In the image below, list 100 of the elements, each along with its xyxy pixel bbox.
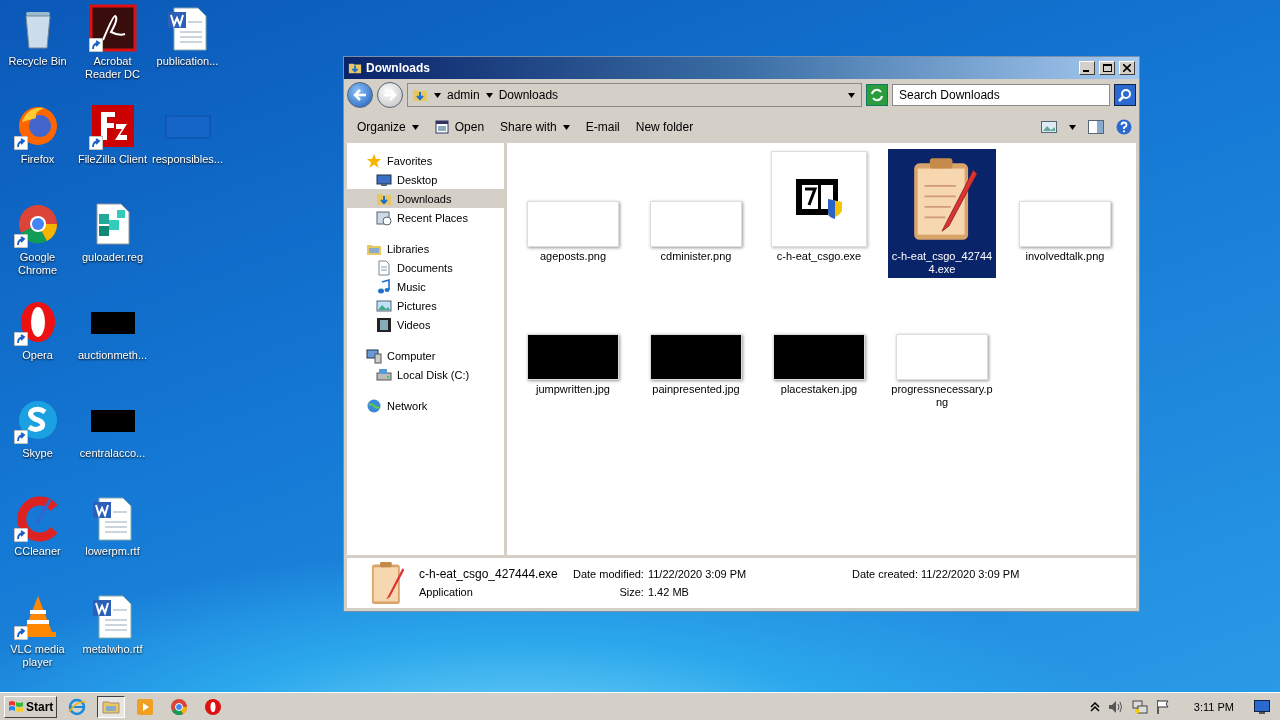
forward-button[interactable]: [377, 82, 403, 108]
refresh-button[interactable]: [866, 84, 888, 106]
desktop-icon[interactable]: [88, 102, 137, 150]
start-button[interactable]: Start: [4, 695, 58, 718]
toolbar-button[interactable]: Share with: [494, 117, 576, 137]
breadcrumb[interactable]: admin: [447, 88, 480, 102]
desktop-icon-label[interactable]: guloader.reg: [75, 251, 150, 264]
search-field[interactable]: Search Downloads: [892, 84, 1110, 106]
toolbar-button[interactable]: New folder: [629, 117, 700, 137]
chrome-icon: [170, 697, 189, 716]
nav-item[interactable]: Music: [347, 277, 504, 296]
search-icon: [1118, 88, 1132, 102]
file-item[interactable]: ageposts.png: [519, 149, 627, 278]
file-type: Application: [419, 586, 474, 598]
desktop-icon-label[interactable]: Firefox: [0, 153, 75, 166]
file-item[interactable]: placestaken.jpg: [765, 282, 873, 411]
help-icon: [1116, 119, 1132, 135]
desktop-icon-label[interactable]: Acrobat Reader DC: [75, 55, 150, 81]
media-icon: [136, 697, 155, 716]
maximize-icon: [1102, 64, 1112, 72]
documents-icon: [376, 259, 392, 276]
file-item[interactable]: involvedtalk.png: [1011, 149, 1119, 278]
caret-icon: [562, 124, 570, 130]
desktop-icon-label[interactable]: publication...: [150, 55, 225, 68]
nav-item[interactable]: Libraries: [347, 239, 504, 258]
close-button[interactable]: [1119, 61, 1135, 75]
nav-item[interactable]: Videos: [347, 315, 504, 334]
desktop-icon-label[interactable]: responsibles...: [150, 153, 225, 166]
pane-icon: [1088, 120, 1104, 134]
clock[interactable]: 3:11 PM: [1193, 700, 1234, 713]
show-desktop-icon[interactable]: [1254, 699, 1270, 714]
file-item[interactable]: c-h-eat_csgo_427444.exe: [888, 149, 996, 278]
desktop-icon-label[interactable]: VLC media player: [0, 643, 75, 669]
file-item[interactable]: c-h-eat_csgo.exe: [765, 149, 873, 278]
toolbar-button[interactable]: E-mail: [579, 117, 626, 137]
desktop-icon[interactable]: [88, 4, 137, 52]
file-item[interactable]: cdminister.png: [642, 149, 750, 278]
nav-item[interactable]: Local Disk (C:): [347, 365, 504, 384]
caret-icon: [1069, 124, 1076, 130]
videos-icon: [376, 316, 392, 333]
file-item[interactable]: progressnecessary.png: [888, 282, 996, 411]
desktop-icon-label[interactable]: Google Chrome: [0, 251, 75, 277]
nav-item[interactable]: Desktop: [347, 170, 504, 189]
disk-icon: [376, 366, 392, 383]
nav-item[interactable]: Computer: [347, 346, 504, 365]
breadcrumb[interactable]: Downloads: [498, 88, 559, 102]
nav-item[interactable]: Downloads: [347, 189, 504, 208]
desktop-icon-label[interactable]: centralacco...: [75, 447, 150, 460]
taskbar-app-button[interactable]: [97, 695, 126, 718]
maximize-button[interactable]: [1099, 61, 1115, 75]
close-icon: [1123, 64, 1131, 72]
field-label: Date created: 11/22/2020 3:09 PM: [851, 568, 1020, 580]
desktop-icon-label[interactable]: Skype: [0, 447, 75, 460]
computer-icon: [366, 347, 382, 364]
forward-arrow-icon: [383, 89, 397, 101]
ie-icon: [68, 697, 87, 716]
minimize-button[interactable]: [1079, 61, 1095, 75]
file-item[interactable]: painpresented.jpg: [642, 282, 750, 411]
music-icon: [376, 278, 392, 295]
window-title: Downloads: [366, 61, 431, 75]
toolbar-button[interactable]: Open: [428, 117, 491, 137]
file-name: c-h-eat_csgo_427444.exe: [419, 567, 559, 581]
nav-item[interactable]: Recent Places: [347, 208, 504, 227]
pictures-icon: [376, 297, 392, 314]
network-icon: [366, 397, 382, 414]
desktop-icon-label[interactable]: auctionmeth...: [75, 349, 150, 362]
star-icon: [366, 152, 382, 169]
desktop-icon-label[interactable]: Recycle Bin: [0, 55, 75, 68]
file-item[interactable]: jumpwritten.jpg: [519, 282, 627, 411]
toolbar-button[interactable]: Organize: [351, 117, 425, 137]
windows-logo-icon: [8, 699, 24, 714]
desktop-icon-label[interactable]: FileZilla Client: [75, 153, 150, 166]
nav-item[interactable]: Network: [347, 396, 504, 415]
window-icon: [434, 120, 449, 134]
network-icon[interactable]: [1131, 698, 1148, 715]
back-arrow-icon: [353, 89, 367, 101]
refresh-icon: [870, 88, 884, 102]
search-button[interactable]: [1114, 84, 1136, 106]
nav-item[interactable]: Favorites: [347, 151, 504, 170]
setup-icon: [771, 151, 867, 247]
desktop-icon-label[interactable]: CCleaner: [0, 545, 75, 558]
nav-item[interactable]: Pictures: [347, 296, 504, 315]
caret-icon: [434, 92, 441, 98]
desktop-icon-label[interactable]: lowerpm.rtf: [75, 545, 150, 558]
desktop-icon-label[interactable]: Opera: [0, 349, 75, 362]
nav-item[interactable]: Documents: [347, 258, 504, 277]
picture-view-icon: [1041, 121, 1057, 133]
field-label: Size:: [618, 586, 644, 598]
folder-icon: [348, 61, 362, 75]
speaker-icon[interactable]: [1107, 699, 1124, 714]
caret-icon: [485, 92, 493, 98]
back-button[interactable]: [347, 82, 373, 108]
caret-icon: [411, 124, 419, 130]
caret-icon: [848, 92, 855, 98]
address-bar[interactable]: admin Downloads: [407, 83, 862, 107]
folder-icon: [412, 87, 428, 103]
chevron-up-icon[interactable]: [1089, 701, 1100, 712]
flag-icon[interactable]: [1155, 698, 1170, 715]
field-value: 11/22/2020 3:09 PM: [647, 568, 748, 580]
field-label: Date modified:: [573, 568, 644, 580]
